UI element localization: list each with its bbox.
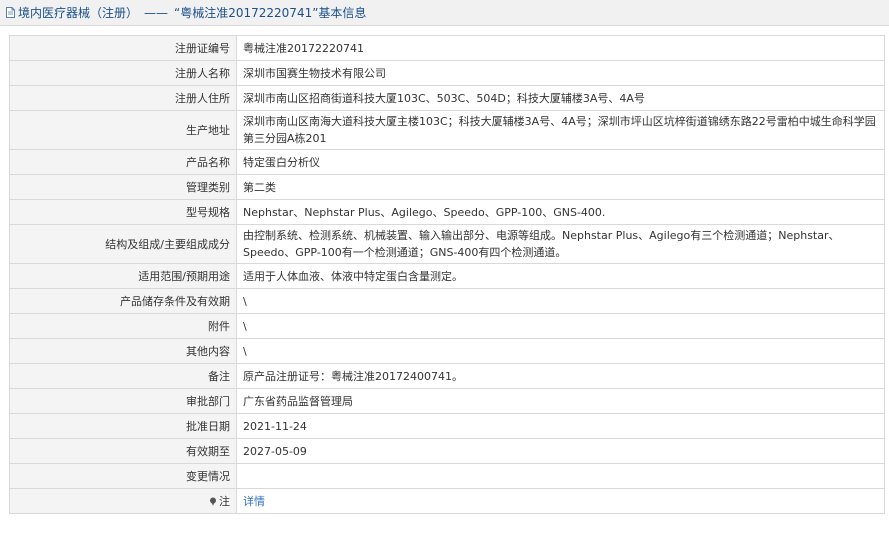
header-record-title: “粤械注准20172220741”基本信息 [174,6,367,20]
row-label: 批准日期 [9,413,237,439]
row-value: \ [236,288,885,314]
row-label: 注册人住所 [9,85,237,111]
row-value: 适用于人体血液、体液中特定蛋白含量测定。 [236,263,885,289]
table-row: 产品名称 特定蛋白分析仪 [9,149,885,175]
table-row: 备注 原产品注册证号：粤械注准20172400741。 [9,363,885,389]
row-value: 由控制系统、检测系统、机械装置、输入输出部分、电源等组成。Nephstar Pl… [236,224,885,264]
note-row-value: 详情 [236,488,885,514]
row-label: 其他内容 [9,338,237,364]
row-value: 第二类 [236,174,885,200]
pin-icon [210,497,216,506]
header-category: 境内医疗器械（注册） [18,6,139,20]
document-icon [6,7,15,18]
row-label: 管理类别 [9,174,237,200]
header-separator: —— [144,5,169,20]
row-label: 备注 [9,363,237,389]
table-row: 审批部门 广东省药品监督管理局 [9,388,885,414]
row-label: 变更情况 [9,463,237,489]
row-value [236,463,885,489]
row-label: 适用范围/预期用途 [9,263,237,289]
row-value: \ [236,338,885,364]
table-row: 注册人住所 深圳市南山区招商街道科技大厦103C、503C、504D；科技大厦辅… [9,85,885,111]
table-row: 附件 \ [9,313,885,339]
table-row: 产品储存条件及有效期 \ [9,288,885,314]
row-value: Nephstar、Nephstar Plus、Agilego、Speedo、GP… [236,199,885,225]
row-value: 深圳市南山区南海大道科技大厦主楼103C；科技大厦辅楼3A号、4A号；深圳市坪山… [236,110,885,150]
row-value: 原产品注册证号：粤械注准20172400741。 [236,363,885,389]
row-label: 产品储存条件及有效期 [9,288,237,314]
row-label: 产品名称 [9,149,237,175]
row-label: 附件 [9,313,237,339]
row-label: 生产地址 [9,110,237,150]
row-value: 粤械注准20172220741 [236,35,885,61]
row-value: \ [236,313,885,339]
info-table: 注册证编号 粤械注准20172220741 注册人名称 深圳市国赛生物技术有限公… [9,35,885,514]
row-label: 型号规格 [9,199,237,225]
row-value: 广东省药品监督管理局 [236,388,885,414]
note-row: 注 详情 [9,488,885,514]
page-header: 境内医疗器械（注册） —— “粤械注准20172220741”基本信息 [0,0,889,26]
table-row: 批准日期 2021-11-24 [9,413,885,439]
table-row: 变更情况 [9,463,885,489]
row-label: 注册人名称 [9,60,237,86]
row-label: 注册证编号 [9,35,237,61]
table-row: 注册人名称 深圳市国赛生物技术有限公司 [9,60,885,86]
table-row: 有效期至 2027-05-09 [9,438,885,464]
row-label: 审批部门 [9,388,237,414]
table-row: 型号规格 Nephstar、Nephstar Plus、Agilego、Spee… [9,199,885,225]
table-row: 适用范围/预期用途 适用于人体血液、体液中特定蛋白含量测定。 [9,263,885,289]
row-value: 2021-11-24 [236,413,885,439]
row-value: 深圳市南山区招商街道科技大厦103C、503C、504D；科技大厦辅楼3A号、4… [236,85,885,111]
details-link[interactable]: 详情 [243,495,265,508]
table-row: 注册证编号 粤械注准20172220741 [9,35,885,61]
table-row: 生产地址 深圳市南山区南海大道科技大厦主楼103C；科技大厦辅楼3A号、4A号；… [9,110,885,150]
note-label: 注 [219,494,230,508]
row-value: 特定蛋白分析仪 [236,149,885,175]
row-value: 深圳市国赛生物技术有限公司 [236,60,885,86]
row-label: 有效期至 [9,438,237,464]
info-table-container: 注册证编号 粤械注准20172220741 注册人名称 深圳市国赛生物技术有限公… [9,35,885,514]
note-row-label: 注 [9,488,237,514]
table-row: 管理类别 第二类 [9,174,885,200]
table-row: 其他内容 \ [9,338,885,364]
row-value: 2027-05-09 [236,438,885,464]
table-row: 结构及组成/主要组成成分 由控制系统、检测系统、机械装置、输入输出部分、电源等组… [9,224,885,264]
row-label: 结构及组成/主要组成成分 [9,224,237,264]
